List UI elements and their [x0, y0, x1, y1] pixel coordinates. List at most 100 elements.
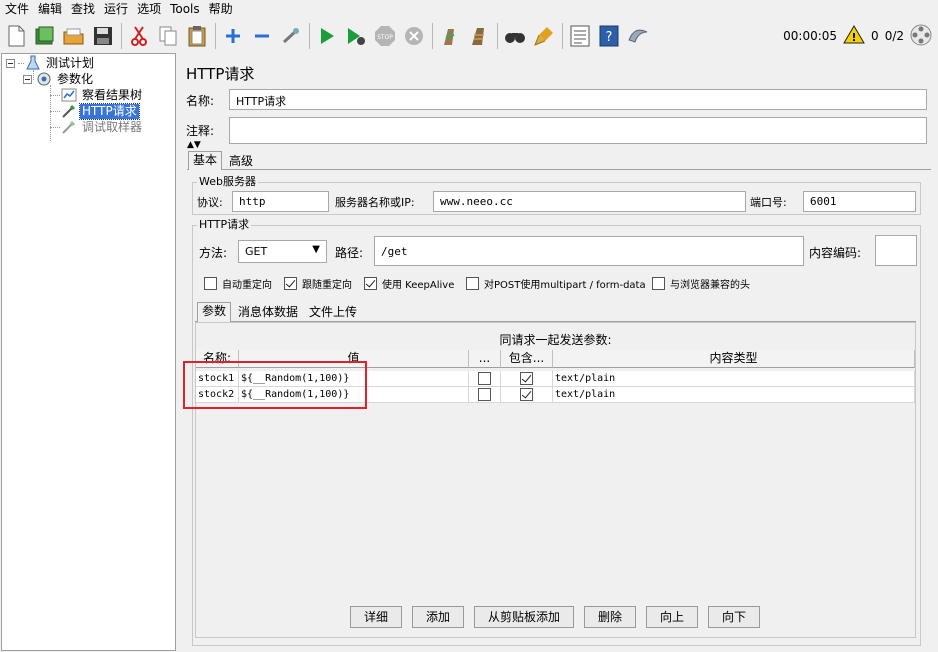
move-down-button[interactable]: 向下 [708, 606, 760, 628]
elapsed-timer: 00:00:05 [783, 29, 838, 43]
search-icon[interactable] [503, 24, 527, 48]
checkbox[interactable] [520, 388, 533, 401]
menu-help[interactable]: 帮助 [206, 0, 239, 19]
cell-value[interactable]: ${__Random(1,100)} [239, 387, 469, 403]
method-label: 方法: [199, 246, 228, 260]
tree-label-thread-group: 参数化 [57, 71, 94, 86]
collapse-icon[interactable] [250, 24, 274, 48]
clear-icon[interactable] [438, 24, 462, 48]
add-from-clipboard-button[interactable]: 从剪贴板添加 [474, 606, 574, 628]
comment-field[interactable] [229, 117, 927, 144]
pipette-icon [60, 103, 78, 119]
port-label: 端口号: [750, 196, 787, 209]
cell-content-type[interactable]: text/plain [553, 387, 915, 403]
column-header-content-type[interactable]: 内容类型 [553, 350, 915, 368]
option-multipart[interactable]: 对POST使用multipart / form-data [466, 276, 646, 291]
reset-search-icon[interactable] [532, 24, 556, 48]
checkbox[interactable] [520, 372, 533, 385]
templates-icon[interactable] [33, 24, 57, 48]
tab-parameters[interactable]: 参数 [197, 302, 232, 322]
checkbox[interactable] [466, 277, 479, 290]
tree-node-result-tree[interactable]: 察看结果树 [60, 87, 144, 103]
thread-count: 0/2 [884, 29, 904, 43]
function-helper-icon[interactable] [568, 24, 592, 48]
menu-edit[interactable]: 编辑 [35, 0, 68, 19]
clear-all-icon[interactable] [467, 24, 491, 48]
cell-name[interactable]: stock2 [196, 387, 239, 403]
checkbox[interactable] [652, 277, 665, 290]
save-icon[interactable] [91, 24, 115, 48]
cell-encode[interactable] [469, 387, 501, 403]
path-label: 路径: [335, 246, 364, 260]
checkbox[interactable] [478, 372, 491, 385]
shutdown-icon[interactable] [402, 24, 426, 48]
start-icon[interactable] [315, 24, 339, 48]
tree-node-debug-sampler[interactable]: 调试取样器 [60, 119, 144, 135]
paste-icon[interactable] [185, 24, 209, 48]
tree-connector [50, 127, 60, 128]
name-field[interactable]: HTTP请求 [229, 89, 927, 110]
column-header-encode[interactable]: ... [469, 350, 501, 368]
cell-content-type[interactable]: text/plain [553, 371, 915, 387]
move-up-button[interactable]: 向上 [646, 606, 698, 628]
warning-icon[interactable]: ! [843, 25, 865, 47]
details-button[interactable]: 详细 [350, 606, 402, 628]
menu-run[interactable]: 运行 [101, 0, 134, 19]
svg-text:STOP: STOP [377, 34, 393, 41]
toolbar-separator [562, 23, 563, 49]
checkbox[interactable] [204, 277, 217, 290]
copy-icon[interactable] [156, 24, 180, 48]
option-follow-redirect[interactable]: 跟随重定向 [284, 276, 352, 291]
stop-icon[interactable]: STOP [373, 24, 397, 48]
column-header-include[interactable]: 包含... [501, 350, 553, 368]
tree-node-test-plan[interactable]: 测试计划 [6, 55, 96, 71]
tree-label-result-tree: 察看结果树 [82, 87, 143, 102]
tab-body-data[interactable]: 消息体数据 [233, 303, 303, 322]
encoding-field[interactable] [875, 235, 917, 266]
toggle-icon[interactable] [279, 24, 303, 48]
cut-icon[interactable] [127, 24, 151, 48]
column-header-name[interactable]: 名称: [196, 350, 239, 368]
start-no-pause-icon[interactable] [344, 24, 368, 48]
checkbox[interactable] [364, 277, 377, 290]
tree-node-http-request[interactable]: HTTP请求 [60, 102, 140, 120]
tab-advanced[interactable]: 高级 [224, 152, 258, 171]
test-plan-tree[interactable]: 测试计划 参数化 察看结果树 HTTP请求 调试取样器 [1, 53, 176, 651]
column-header-value[interactable]: 值 [239, 350, 469, 368]
checkbox[interactable] [478, 388, 491, 401]
protocol-field[interactable]: http [232, 191, 329, 212]
option-browser-headers[interactable]: 与浏览器兼容的头 [652, 276, 750, 291]
tab-basic[interactable]: 基本 [188, 151, 223, 170]
delete-button[interactable]: 删除 [584, 606, 636, 628]
checkbox[interactable] [284, 277, 297, 290]
option-keepalive[interactable]: 使用 KeepAlive [364, 276, 454, 291]
port-field[interactable]: 6001 [803, 191, 916, 212]
new-icon[interactable] [4, 24, 28, 48]
splitter-handle[interactable]: ▲▼ [187, 141, 201, 150]
add-button[interactable]: 添加 [412, 606, 464, 628]
cell-include[interactable] [501, 387, 553, 403]
server-field[interactable]: www.neeo.cc [433, 191, 746, 212]
open-icon[interactable] [62, 24, 86, 48]
menu-search[interactable]: 查找 [68, 0, 101, 19]
remote-icon[interactable] [626, 24, 650, 48]
tab-file-upload[interactable]: 文件上传 [304, 303, 362, 322]
collapse-toggle[interactable] [23, 74, 32, 84]
help-icon[interactable]: ? [597, 24, 621, 48]
menu-tools[interactable]: Tools [167, 0, 206, 19]
pipette-icon [60, 119, 78, 135]
cell-include[interactable] [501, 371, 553, 387]
cell-value[interactable]: ${__Random(1,100)} [239, 371, 469, 387]
collapse-toggle[interactable] [6, 58, 15, 68]
cell-encode[interactable] [469, 371, 501, 387]
menu-options[interactable]: 选项 [134, 0, 167, 19]
method-select[interactable]: GET ▼ [238, 240, 327, 263]
menu-file[interactable]: 文件 [2, 0, 35, 19]
cell-name[interactable]: stock1 [196, 371, 239, 387]
expand-icon[interactable] [221, 24, 245, 48]
parameters-table: 同请求一起发送参数: 名称: 值 ... 包含... 内容类型 stock1 $… [195, 322, 916, 638]
option-auto-redirect[interactable]: 自动重定向 [204, 276, 272, 291]
path-field[interactable]: /get [374, 236, 804, 266]
loading-icon [910, 24, 932, 49]
tree-node-thread-group[interactable]: 参数化 [23, 71, 95, 87]
